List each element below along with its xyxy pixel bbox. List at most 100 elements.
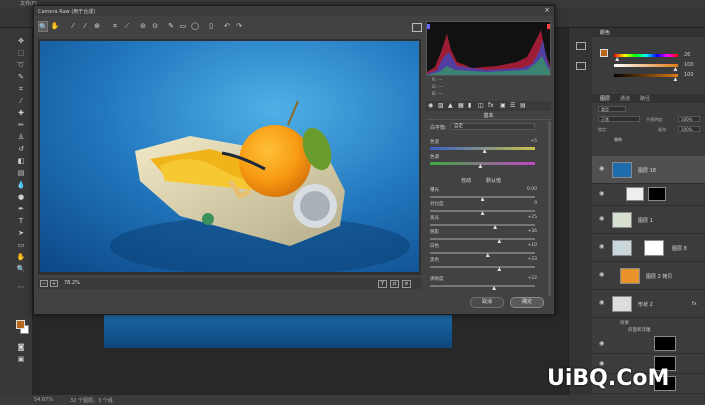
toggle-settings-icon[interactable]: ≡: [402, 280, 411, 288]
eye-icon[interactable]: ◉: [599, 300, 605, 306]
zoom-tool-icon[interactable]: 🔍: [16, 264, 26, 274]
eye-icon[interactable]: ◉: [599, 166, 605, 172]
color-slider-s[interactable]: 100: [614, 62, 694, 71]
tab-channels[interactable]: 通道: [620, 95, 630, 102]
slider-value[interactable]: +5: [530, 139, 537, 144]
rotate-left-icon[interactable]: ↶: [222, 21, 232, 32]
path-select-tool-icon[interactable]: ➤: [16, 228, 26, 238]
crop-icon[interactable]: ⌗: [110, 21, 120, 32]
foreground-color-swatch[interactable]: [16, 320, 25, 329]
eye-icon[interactable]: ◉: [599, 341, 605, 347]
target-adjust-icon[interactable]: ⊕: [92, 21, 102, 32]
move-tool-icon[interactable]: ✥: [16, 36, 26, 46]
shape-tool-icon[interactable]: ▭: [16, 240, 26, 250]
white-balance-icon[interactable]: ⁄: [68, 21, 78, 32]
ok-button[interactable]: 确定: [510, 297, 544, 308]
status-zoom[interactable]: 54.67%: [34, 397, 53, 403]
slider-tint[interactable]: 色调: [430, 154, 545, 168]
zoom-in-icon[interactable]: +: [50, 280, 58, 287]
slider-shadows[interactable]: 阴影 +36: [430, 229, 545, 243]
white-balance-select[interactable]: 自定: [450, 123, 535, 130]
adjust-brush-icon[interactable]: ✎: [166, 21, 176, 32]
slider-value[interactable]: +33: [528, 257, 538, 262]
detail-tab-icon[interactable]: ▲: [448, 102, 453, 109]
properties-icon[interactable]: [576, 62, 586, 70]
presets-tab-icon[interactable]: ☰: [510, 102, 515, 109]
radial-filter-icon[interactable]: ◯: [190, 21, 200, 32]
slider-track[interactable]: [430, 266, 535, 268]
tab-layers[interactable]: 图层: [600, 95, 610, 102]
slider-value[interactable]: +25: [528, 215, 538, 220]
slider-contrast[interactable]: 对比度 0: [430, 201, 545, 215]
redeye-icon[interactable]: ⊙: [150, 21, 160, 32]
graduated-filter-icon[interactable]: ▭: [178, 21, 188, 32]
layer-row[interactable]: ◉ 图层 2 拷贝: [592, 262, 705, 290]
slider-clarity[interactable]: 清晰度 +22: [430, 276, 545, 290]
blur-tool-icon[interactable]: 💧: [16, 180, 26, 190]
eye-icon[interactable]: ◉: [599, 244, 605, 250]
history-brush-icon[interactable]: ↺: [16, 144, 26, 154]
crop-tool-icon[interactable]: ⌗: [16, 84, 26, 94]
preferences-icon[interactable]: ▯: [206, 21, 216, 32]
color-slider-thumb[interactable]: [615, 57, 620, 61]
auto-link[interactable]: 自动: [461, 177, 471, 184]
zoom-icon[interactable]: 🔍: [38, 21, 48, 32]
tone-curve-tab-icon[interactable]: ▨: [438, 102, 444, 109]
gradient-tool-icon[interactable]: ▤: [16, 168, 26, 178]
slider-track[interactable]: [430, 252, 535, 254]
layer-filter-select[interactable]: 类型: [598, 106, 626, 112]
hand-icon[interactable]: ✋: [50, 21, 60, 32]
slider-exposure[interactable]: 曝光 0.00: [430, 187, 545, 201]
slider-value[interactable]: +36: [528, 229, 538, 234]
eraser-tool-icon[interactable]: ◧: [16, 156, 26, 166]
zoom-level[interactable]: 78.2%: [64, 280, 80, 286]
color-slider-thumb[interactable]: [673, 67, 678, 71]
slider-value[interactable]: 0.00: [527, 187, 537, 192]
tab-color[interactable]: 颜色: [600, 29, 610, 36]
eye-icon[interactable]: ◉: [599, 216, 605, 222]
eyedropper-tool-icon[interactable]: ⁄: [16, 96, 26, 106]
eye-icon[interactable]: ◉: [599, 191, 605, 197]
eye-icon[interactable]: ◉: [599, 272, 605, 278]
healing-tool-icon[interactable]: ✚: [16, 108, 26, 118]
close-icon[interactable]: ×: [544, 6, 550, 14]
lasso-tool-icon[interactable]: ➰: [16, 60, 26, 70]
slider-track[interactable]: [430, 238, 535, 240]
history-icon[interactable]: [576, 42, 586, 50]
slider-track[interactable]: [430, 147, 535, 150]
document-canvas[interactable]: [104, 314, 452, 348]
blend-mode-select[interactable]: 正常: [598, 116, 640, 122]
color-sampler-icon[interactable]: ⁄: [80, 21, 90, 32]
brush-tool-icon[interactable]: ✏: [16, 120, 26, 130]
screen-mode-icon[interactable]: ▣: [16, 354, 26, 364]
fullscreen-icon[interactable]: [412, 23, 422, 32]
color-slider-b[interactable]: 100: [614, 72, 694, 81]
default-link[interactable]: 默认值: [486, 177, 501, 184]
quick-select-tool-icon[interactable]: ✎: [16, 72, 26, 82]
dodge-tool-icon[interactable]: ●: [16, 192, 26, 202]
before-after-button[interactable]: Y: [378, 280, 387, 288]
color-slider-h[interactable]: 26: [614, 52, 690, 61]
zoom-out-icon[interactable]: −: [40, 280, 48, 287]
slider-value[interactable]: +10: [528, 243, 538, 248]
hand-tool-icon[interactable]: ✋: [16, 252, 26, 262]
opacity-input[interactable]: 100%: [678, 116, 700, 122]
spot-removal-icon[interactable]: ⊘: [138, 21, 148, 32]
marquee-tool-icon[interactable]: ⬚: [16, 48, 26, 58]
slider-track[interactable]: [430, 224, 535, 226]
slider-track[interactable]: [430, 285, 535, 287]
camera-calibration-tab-icon[interactable]: ▣: [500, 102, 506, 109]
fx-icon[interactable]: fx: [692, 301, 697, 307]
slider-whites[interactable]: 白色 +10: [430, 243, 545, 257]
rotate-right-icon[interactable]: ↷: [234, 21, 244, 32]
stamp-tool-icon[interactable]: ♙: [16, 132, 26, 142]
slider-temperature[interactable]: 色温 +5: [430, 139, 545, 153]
quick-mask-icon[interactable]: ◙: [16, 342, 26, 352]
slider-blacks[interactable]: 黑色 +33: [430, 257, 545, 271]
layer-row[interactable]: ◉: [592, 334, 705, 354]
tab-paths[interactable]: 路径: [640, 95, 650, 102]
lens-tab-icon[interactable]: ◫: [478, 102, 484, 109]
fill-input[interactable]: 100%: [678, 126, 700, 132]
pen-tool-icon[interactable]: ✒: [16, 204, 26, 214]
slider-highlights[interactable]: 高光 +25: [430, 215, 545, 229]
